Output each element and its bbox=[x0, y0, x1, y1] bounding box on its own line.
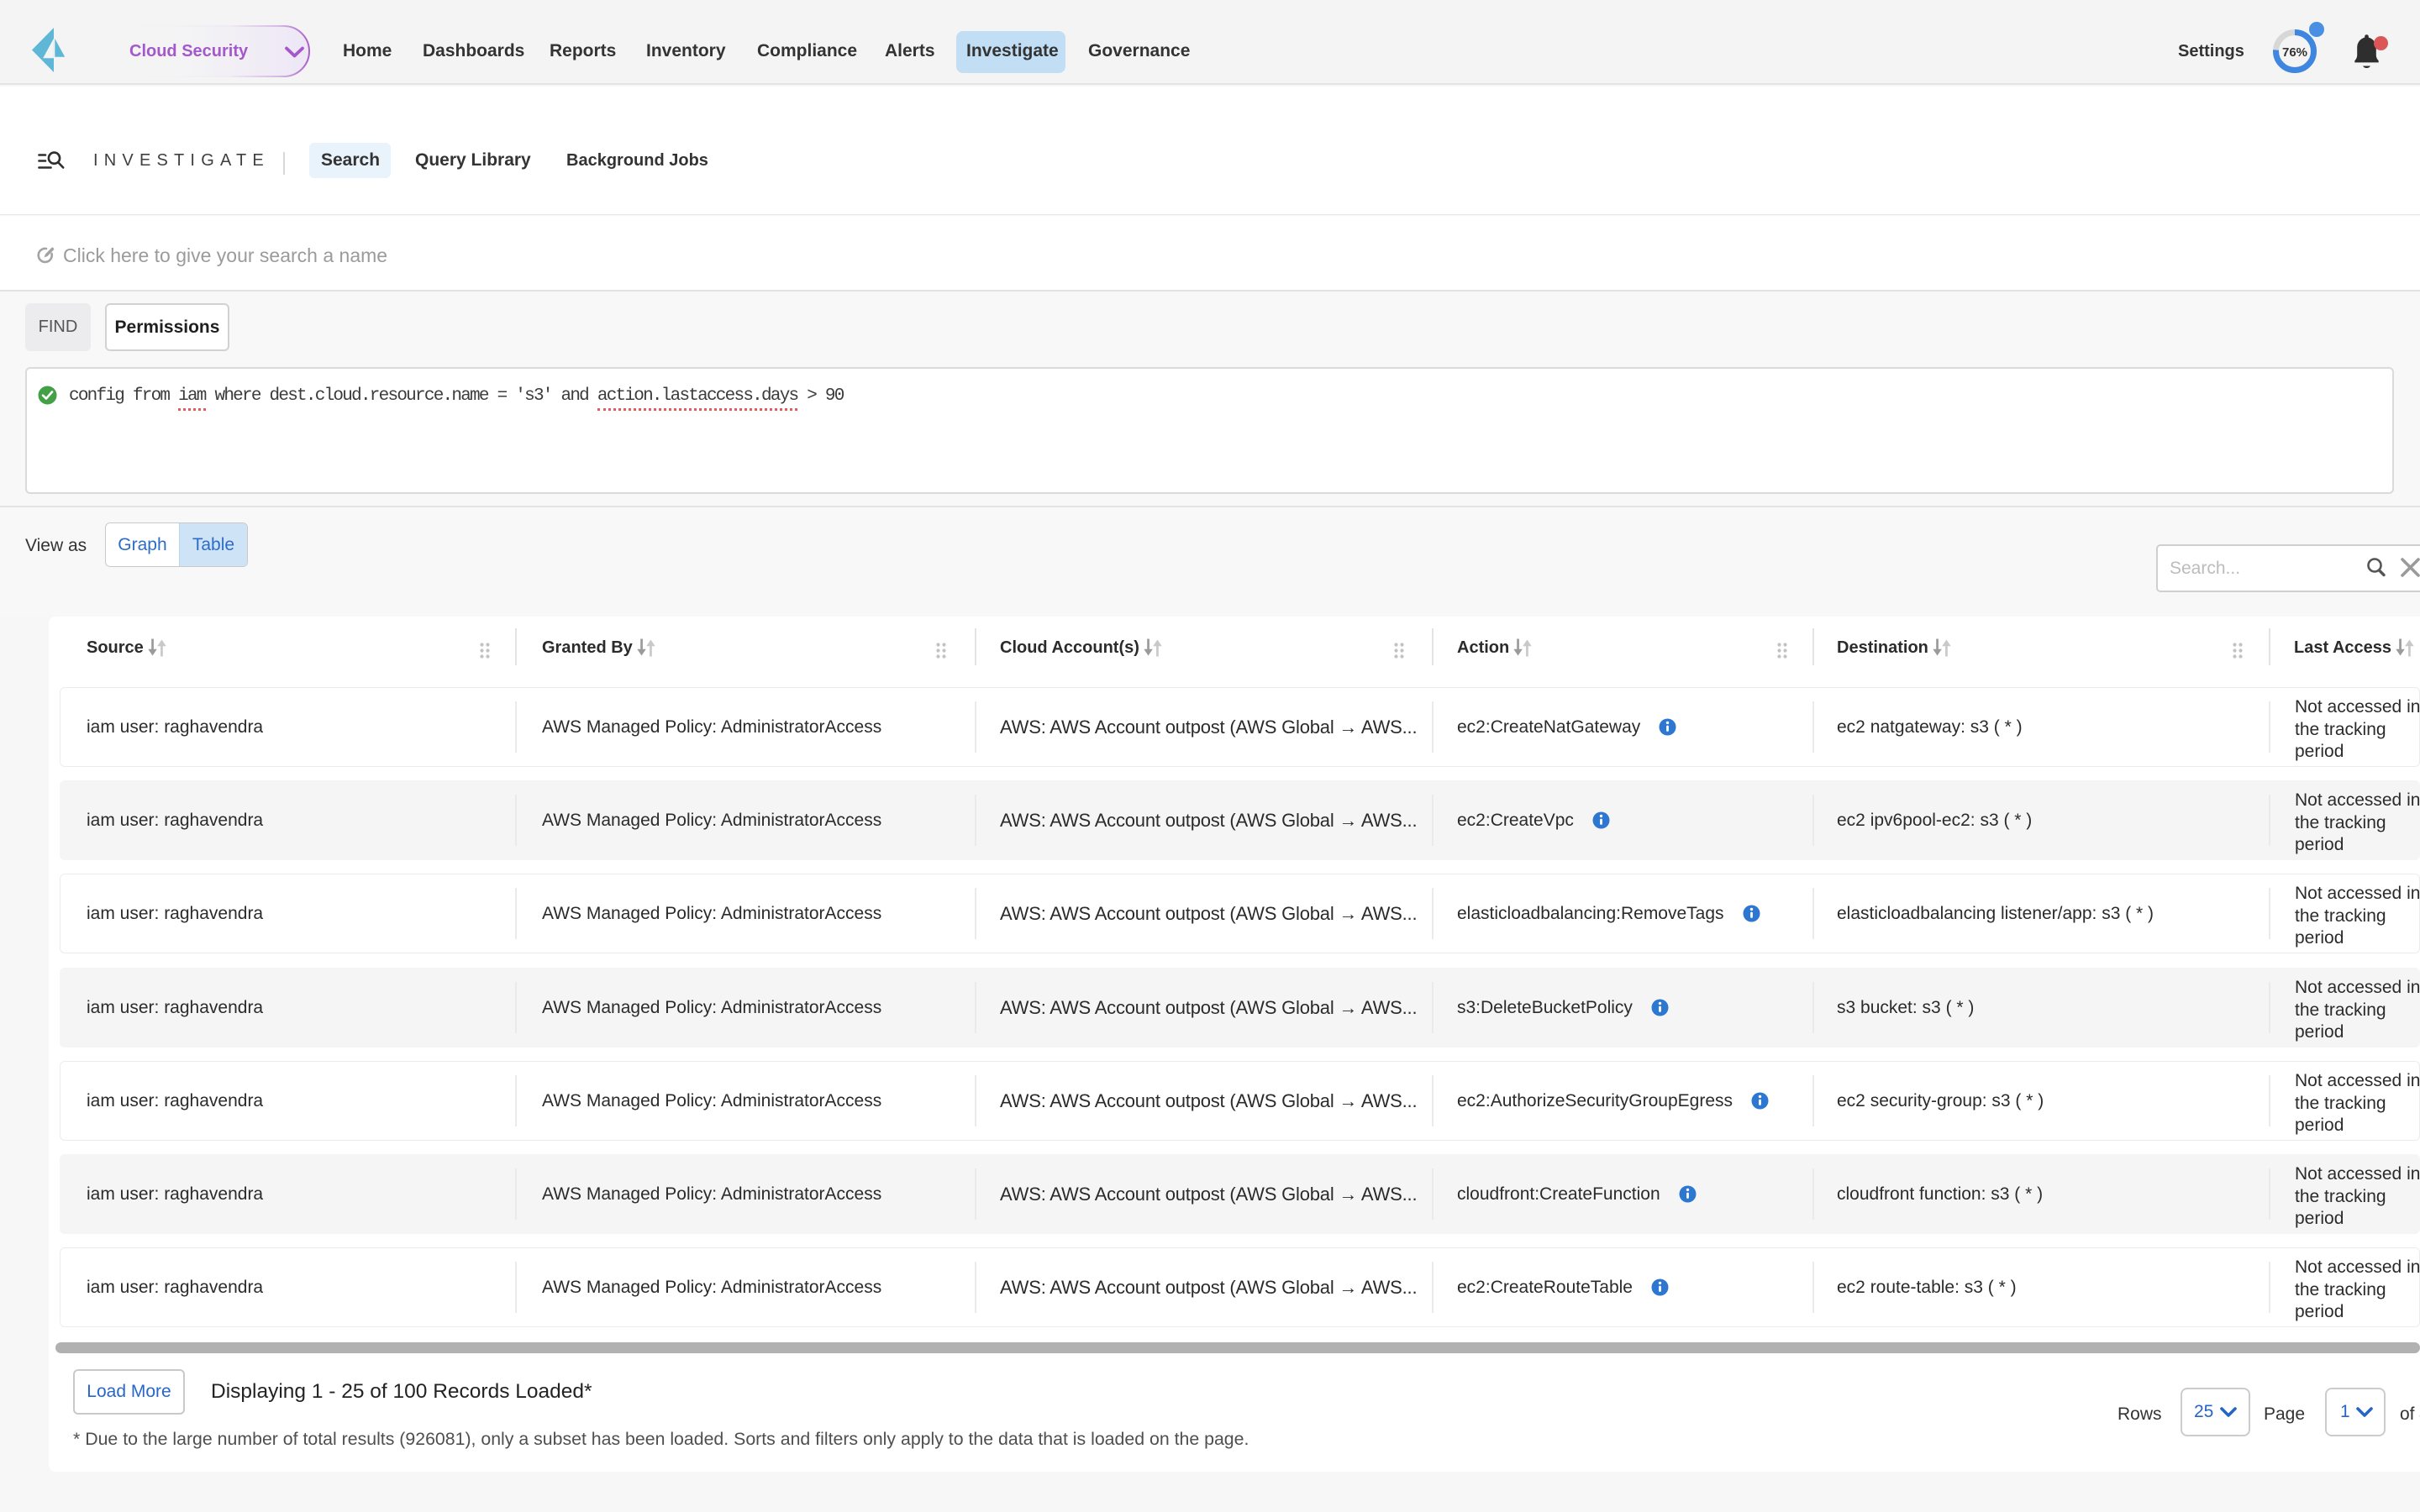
svg-text:76%: 76% bbox=[2282, 45, 2307, 60]
